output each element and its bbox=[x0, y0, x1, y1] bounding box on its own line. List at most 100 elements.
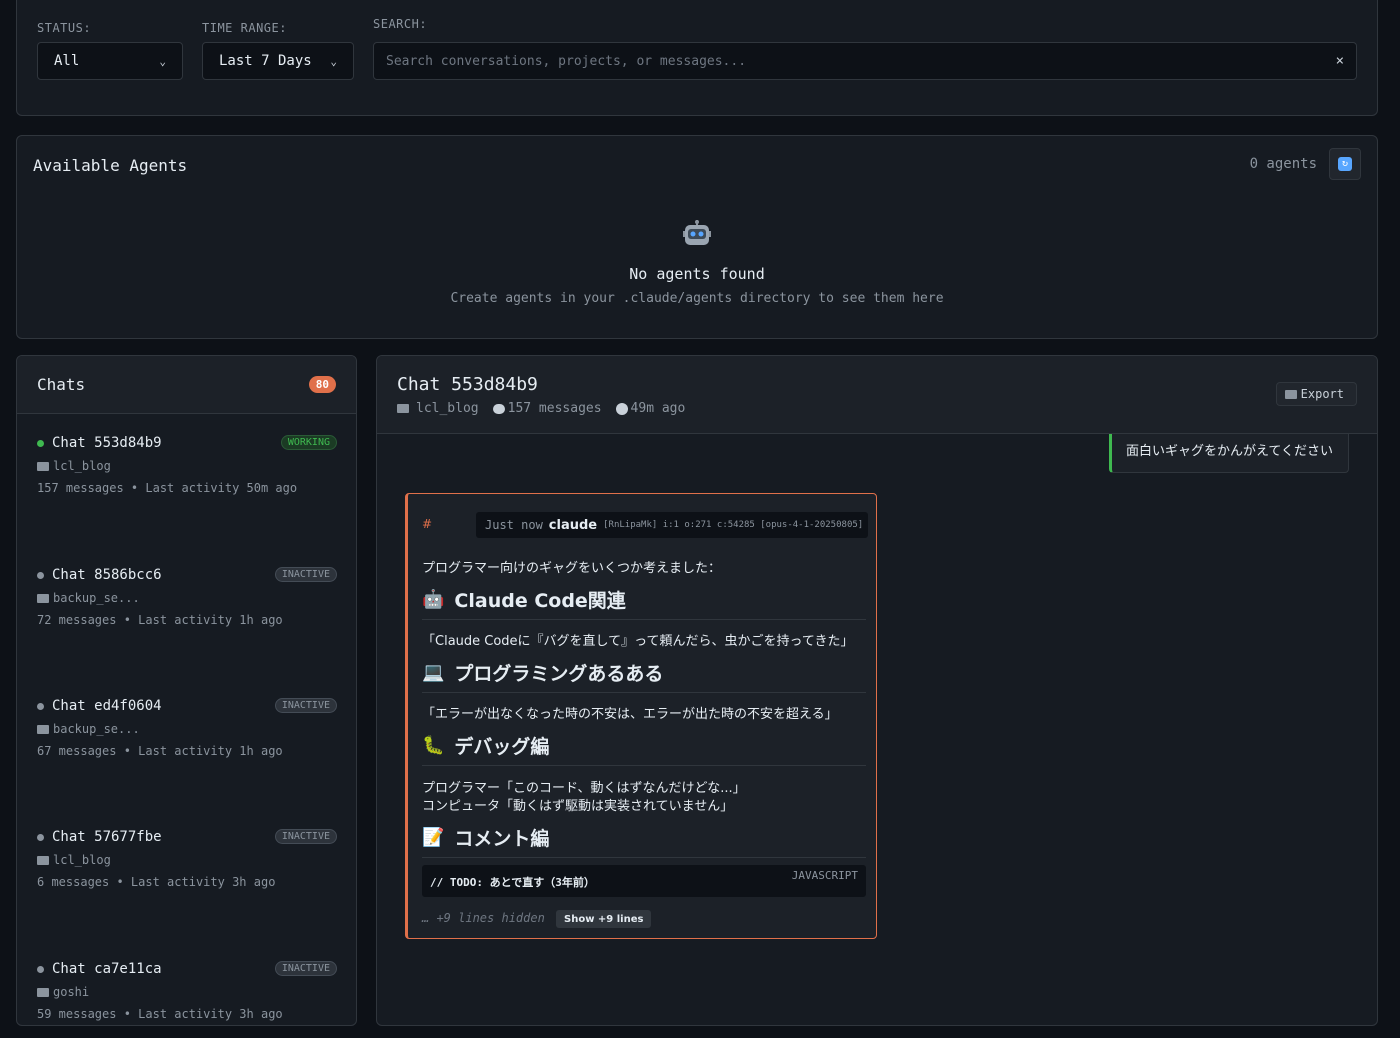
detail-project: lcl_blog bbox=[416, 401, 479, 416]
time-range-value: Last 7 Days bbox=[219, 53, 312, 69]
detail-message-count: 157 messages bbox=[507, 401, 602, 416]
folder-icon bbox=[37, 855, 49, 865]
show-more-button[interactable]: Show +9 lines bbox=[556, 910, 652, 928]
inactive-dot-icon bbox=[37, 702, 44, 710]
folder-icon bbox=[37, 461, 49, 471]
refresh-button[interactable]: ↻ bbox=[1329, 148, 1361, 180]
inactive-dot-icon bbox=[37, 571, 44, 579]
chat-project: goshi bbox=[53, 985, 90, 999]
chat-detail-title: Chat 553d84b9 bbox=[397, 374, 538, 395]
folder-icon bbox=[37, 593, 49, 603]
time-range-label: TIME RANGE: bbox=[202, 21, 287, 35]
laptop-icon: 💻 bbox=[422, 662, 445, 683]
heading-text: Claude Code関連 bbox=[454, 590, 626, 612]
chevron-down-icon: ⌄ bbox=[159, 54, 166, 68]
assistant-paragraph: 「エラーが出なくなった時の不安は、エラーが出た時の不安を超える」 bbox=[422, 707, 838, 722]
filter-panel: STATUS: All ⌄ TIME RANGE: Last 7 Days ⌄ … bbox=[16, 0, 1378, 116]
folder-icon bbox=[397, 404, 409, 413]
message-anchor[interactable]: # bbox=[422, 517, 432, 531]
assistant-paragraph: コンピュータ「動くはず駆動は実装されていません」 bbox=[422, 799, 734, 814]
active-dot-icon bbox=[37, 439, 44, 447]
chat-meta: 59 messages • Last activity 3h ago bbox=[37, 1007, 283, 1021]
status-value: All bbox=[54, 53, 80, 69]
chat-meta: 67 messages • Last activity 1h ago bbox=[37, 744, 283, 758]
bug-icon: 🐛 bbox=[422, 735, 445, 756]
chat-detail-panel: Chat 553d84b9 lcl_blog 157 messages 49m … bbox=[376, 355, 1378, 1026]
speech-bubble-icon bbox=[492, 403, 505, 414]
message-author: claude bbox=[548, 517, 598, 533]
heading-comment: 📝 コメント編 bbox=[422, 824, 866, 858]
chat-list-item[interactable]: Chat 8586bcc6 INACTIVE backup_se... 72 m… bbox=[37, 567, 337, 627]
heading-text: プログラミングあるある bbox=[454, 663, 664, 685]
refresh-icon: ↻ bbox=[1338, 157, 1352, 171]
chevron-down-icon: ⌄ bbox=[330, 54, 337, 68]
heading-debug: 🐛 デバッグ編 bbox=[422, 732, 866, 766]
time-range-select[interactable]: Last 7 Days ⌄ bbox=[202, 42, 354, 80]
chat-name: Chat 57677fbe bbox=[52, 829, 162, 845]
code-block: // TODO: あとで直す（3年前） JAVASCRIPT bbox=[422, 865, 866, 897]
export-button[interactable]: Export bbox=[1275, 382, 1357, 406]
inactive-dot-icon bbox=[37, 833, 44, 841]
heading-text: コメント編 bbox=[454, 828, 550, 850]
memo-icon: 📝 bbox=[422, 827, 445, 848]
folder-icon bbox=[1284, 389, 1297, 399]
chat-project: lcl_blog bbox=[53, 853, 111, 867]
chat-detail-meta: lcl_blog 157 messages 49m ago bbox=[397, 401, 685, 416]
chats-header: Chats 80 bbox=[17, 356, 356, 414]
heading-programming: 💻 プログラミングあるある bbox=[422, 659, 866, 693]
inactive-dot-icon bbox=[37, 965, 44, 973]
chat-name: Chat 553d84b9 bbox=[52, 435, 162, 451]
heading-text: デバッグ編 bbox=[454, 736, 550, 758]
empty-state-title: No agents found bbox=[629, 265, 765, 283]
chat-list-item[interactable]: Chat ed4f0604 INACTIVE backup_se... 67 m… bbox=[37, 698, 337, 758]
chat-name: Chat ca7e11ca bbox=[52, 961, 162, 977]
assistant-intro: プログラマー向けのギャグをいくつか考えました： bbox=[422, 561, 722, 576]
code-line: // TODO: あとで直す（3年前） bbox=[430, 876, 595, 889]
chat-meta: 6 messages • Last activity 3h ago bbox=[37, 875, 276, 889]
chats-count-badge: 80 bbox=[308, 376, 336, 393]
chat-meta: 157 messages • Last activity 50m ago bbox=[37, 481, 298, 495]
clock-icon bbox=[615, 402, 628, 415]
empty-state-subtitle: Create agents in your .claude/agents dir… bbox=[450, 291, 944, 306]
status-badge: INACTIVE bbox=[274, 829, 337, 844]
detail-time: 49m ago bbox=[630, 401, 686, 416]
assistant-paragraph: プログラマー「このコード、動くはずなんだけどな...」 bbox=[422, 781, 746, 796]
status-badge: INACTIVE bbox=[274, 961, 337, 976]
agents-title: Available Agents bbox=[33, 156, 188, 175]
chat-project: lcl_blog bbox=[53, 459, 111, 473]
code-language: JAVASCRIPT bbox=[791, 869, 858, 882]
status-badge: INACTIVE bbox=[274, 698, 337, 713]
assistant-message: # Just now claude [RnLipaMk] i:1 o:271 c… bbox=[405, 493, 877, 939]
message-tech-info: [RnLipaMk] i:1 o:271 c:54285 [opus-4-1-2… bbox=[603, 520, 864, 530]
chat-list-item[interactable]: Chat 57677fbe INACTIVE lcl_blog 6 messag… bbox=[37, 829, 337, 889]
chat-detail-header: Chat 553d84b9 lcl_blog 157 messages 49m … bbox=[377, 356, 1377, 434]
chat-list-item[interactable]: Chat 553d84b9 WORKING lcl_blog 157 messa… bbox=[37, 435, 337, 495]
chat-list-item[interactable]: Chat ca7e11ca INACTIVE goshi 59 messages… bbox=[37, 961, 337, 1021]
chat-name: Chat ed4f0604 bbox=[52, 698, 162, 714]
user-message: 面白いギャグをかんがえてください bbox=[1109, 434, 1349, 473]
chat-project: backup_se... bbox=[53, 722, 140, 736]
robot-icon: 🤖 bbox=[422, 589, 445, 610]
assistant-paragraph: 「Claude Codeに『バグを直して』って頼んだら、虫かごを持ってきた」 bbox=[422, 634, 854, 649]
agents-count: 0 agents bbox=[1249, 156, 1317, 172]
chat-meta: 72 messages • Last activity 1h ago bbox=[37, 613, 283, 627]
message-time: Just now bbox=[485, 518, 543, 532]
status-select[interactable]: All ⌄ bbox=[37, 42, 183, 80]
search-input[interactable] bbox=[386, 53, 1336, 69]
clear-search-icon[interactable]: × bbox=[1336, 53, 1344, 69]
status-badge: INACTIVE bbox=[274, 567, 337, 582]
hidden-lines-note: … +9 lines hidden bbox=[422, 911, 545, 925]
status-label: STATUS: bbox=[37, 21, 92, 35]
folder-icon bbox=[37, 724, 49, 734]
message-meta: Just now claude [RnLipaMk] i:1 o:271 c:5… bbox=[476, 512, 868, 538]
chat-project: backup_se... bbox=[53, 591, 140, 605]
agents-panel: Available Agents 0 agents ↻ No agents fo… bbox=[16, 135, 1378, 339]
chat-name: Chat 8586bcc6 bbox=[52, 567, 162, 583]
export-label: Export bbox=[1300, 387, 1344, 401]
chats-panel: Chats 80 Chat 553d84b9 WORKING lcl_blog … bbox=[16, 355, 357, 1026]
status-badge: WORKING bbox=[280, 435, 337, 450]
heading-claude-code: 🤖 Claude Code関連 bbox=[422, 586, 866, 620]
chats-title: Chats bbox=[37, 375, 86, 394]
folder-icon bbox=[37, 987, 49, 997]
search-box: × bbox=[373, 42, 1357, 80]
